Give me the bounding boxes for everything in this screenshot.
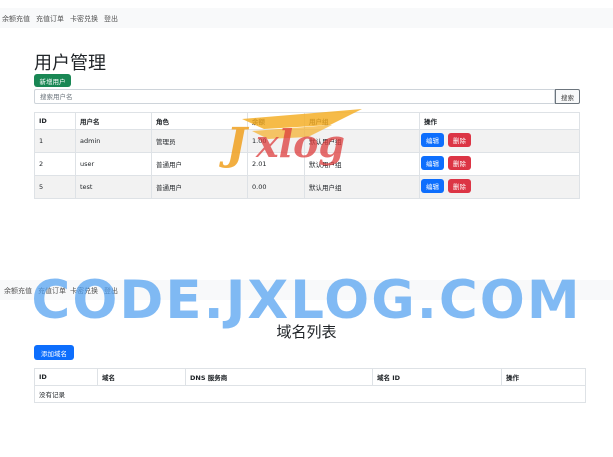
- col-group: 用户组: [305, 113, 420, 129]
- cell-role: 普通用户: [152, 153, 248, 175]
- cell-username: test: [76, 176, 152, 198]
- col-id: ID: [35, 113, 76, 129]
- nav-orders[interactable]: 充值订单: [36, 14, 64, 24]
- page-title: 用户管理: [34, 53, 106, 74]
- cell-balance: 2.01: [248, 153, 305, 175]
- empty-message: 没有记录: [39, 391, 65, 399]
- nav-recharge[interactable]: 余额充值: [2, 14, 30, 24]
- cell-id: 1: [35, 130, 76, 152]
- nav-card-redeem[interactable]: 卡密兑换: [70, 14, 98, 24]
- users-table: ID 用户名 角色 余额 用户组 操作 1 admin 管理员 1.00 默认用…: [34, 112, 580, 199]
- cell-group: 默认用户组: [305, 176, 420, 198]
- domains-table: ID 域名 DNS 服务商 域名 ID 操作 没有记录: [34, 368, 586, 403]
- table-header: ID 用户名 角色 余额 用户组 操作: [35, 113, 579, 130]
- col-username: 用户名: [76, 113, 152, 129]
- table-row: 1 admin 管理员 1.00 默认用户组: [35, 130, 579, 153]
- cell-group: 默认用户组: [305, 153, 420, 175]
- nav-card-redeem[interactable]: 卡密兑换: [70, 286, 98, 296]
- top-navbar: 余额充值 充值订单 卡密兑换 登出: [0, 8, 613, 28]
- edit-button[interactable]: 编辑: [421, 133, 444, 147]
- table-header: ID 域名 DNS 服务商 域名 ID 操作: [35, 369, 585, 386]
- cell-id: 2: [35, 153, 76, 175]
- delete-button[interactable]: 删除: [448, 179, 471, 193]
- col-actions: 操作: [424, 118, 437, 126]
- col-dns-provider: DNS 服务商: [186, 369, 373, 385]
- nav-recharge[interactable]: 余额充值: [4, 286, 32, 296]
- col-actions: 操作: [506, 374, 519, 382]
- col-id: ID: [35, 369, 98, 385]
- cell-id: 5: [35, 176, 76, 198]
- delete-button[interactable]: 删除: [448, 156, 471, 170]
- cell-role: 普通用户: [152, 176, 248, 198]
- cell-balance: 0.00: [248, 176, 305, 198]
- bottom-navbar: 余额充值 充值订单 卡密兑换 登出: [0, 280, 613, 300]
- col-role: 角色: [152, 113, 248, 129]
- edit-button[interactable]: 编辑: [421, 179, 444, 193]
- cell-username: user: [76, 153, 152, 175]
- col-balance: 余额: [248, 113, 305, 129]
- add-user-button[interactable]: 新增用户: [34, 74, 71, 87]
- delete-button[interactable]: 删除: [448, 133, 471, 147]
- nav-orders[interactable]: 充值订单: [38, 286, 66, 296]
- edit-button[interactable]: 编辑: [421, 156, 444, 170]
- table-row: 2 user 普通用户 2.01 默认用户组: [35, 153, 579, 176]
- search-button[interactable]: 搜索: [555, 89, 580, 104]
- table-row: 5 test 普通用户 0.00 默认用户组: [35, 176, 579, 198]
- cell-role: 管理员: [152, 130, 248, 152]
- add-domain-button[interactable]: 添加域名: [34, 345, 74, 360]
- cell-group: 默认用户组: [305, 130, 420, 152]
- domain-list-title: 域名列表: [276, 323, 337, 341]
- table-row: 没有记录: [35, 386, 585, 402]
- cell-username: admin: [76, 130, 152, 152]
- col-domain-id: 域名 ID: [373, 369, 502, 385]
- cell-balance: 1.00: [248, 130, 305, 152]
- search-input[interactable]: [34, 89, 555, 104]
- nav-logout[interactable]: 登出: [104, 286, 118, 296]
- nav-logout[interactable]: 登出: [104, 14, 118, 24]
- col-domain: 域名: [98, 369, 186, 385]
